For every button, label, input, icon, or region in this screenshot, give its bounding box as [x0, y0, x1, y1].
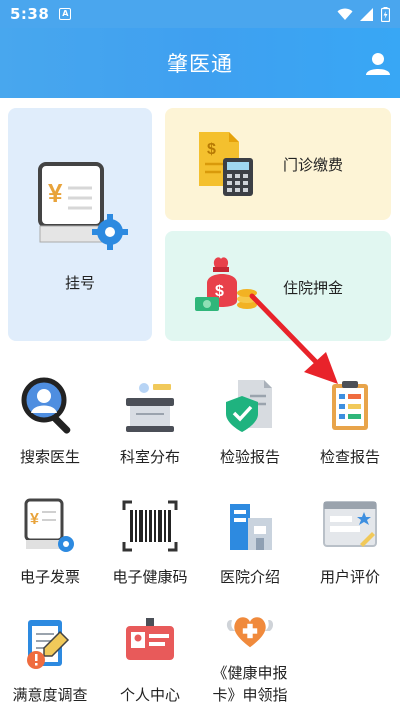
- grid-item-personal-center[interactable]: 个人中心: [100, 608, 200, 710]
- exam-report-icon: [332, 381, 368, 430]
- app-title: 肇医通: [167, 52, 233, 76]
- grid-item-health-card-guide[interactable]: 《健康申报卡》申领指: [200, 600, 300, 710]
- register-card[interactable]: ¥ 挂号: [8, 108, 152, 341]
- inpatient-deposit-card[interactable]: $ 住院押金: [165, 231, 391, 341]
- lab-report-icon: [226, 380, 272, 432]
- grid-item-e-invoice[interactable]: ¥ 电子发票: [0, 490, 100, 605]
- outpatient-payment-label: 门诊缴费: [283, 156, 344, 174]
- grid-item-satisfaction-survey[interactable]: 满意度调查: [0, 608, 100, 710]
- ticket-icon: ¥: [38, 162, 128, 250]
- grid-label: 搜索医生: [19, 448, 80, 466]
- status-time: 5:38: [10, 5, 50, 23]
- status-icons: [337, 6, 390, 22]
- e-invoice-icon: ¥: [24, 498, 74, 552]
- grid-label: 医院介绍: [219, 568, 280, 586]
- review-icon: [323, 501, 377, 547]
- hospital-icon: [230, 504, 272, 550]
- register-label: 挂号: [64, 274, 95, 292]
- grid-label: 电子健康码: [112, 568, 188, 586]
- user-icon[interactable]: [364, 50, 392, 78]
- outpatient-payment-card[interactable]: $ 门诊缴费: [165, 108, 391, 220]
- signal-icon: [360, 7, 373, 21]
- svg-text:¥: ¥: [30, 511, 39, 528]
- grid-label: 满意度调查: [12, 686, 88, 704]
- svg-text:$: $: [207, 141, 216, 158]
- app-header: 肇医通: [0, 28, 400, 98]
- payment-bill-icon: $: [199, 132, 253, 196]
- department-icon: [126, 383, 174, 432]
- grid-label: 检验报告: [219, 448, 280, 466]
- survey-icon: [27, 620, 70, 669]
- grid-label: 《健康申报卡》申领指: [212, 664, 288, 704]
- battery-icon: [381, 6, 390, 22]
- health-heart-icon: [226, 617, 274, 648]
- wifi-icon: [337, 8, 353, 20]
- barcode-icon: [122, 500, 178, 552]
- money-bag-icon: $: [195, 257, 257, 311]
- grid-item-user-review[interactable]: 用户评价: [300, 490, 400, 605]
- notification-icon: A: [59, 8, 72, 20]
- search-doctor-icon: [21, 377, 71, 434]
- grid-label: 科室分布: [119, 448, 180, 466]
- grid-label: 电子发票: [19, 568, 80, 586]
- svg-text:¥: ¥: [48, 178, 63, 208]
- status-bar: 5:38 A: [0, 0, 400, 28]
- id-card-icon: [126, 618, 174, 660]
- grid-item-lab-report[interactable]: 检验报告: [200, 370, 300, 485]
- inpatient-deposit-label: 住院押金: [283, 279, 344, 297]
- grid-item-hospital-intro[interactable]: 医院介绍: [200, 490, 300, 605]
- grid-item-health-code[interactable]: 电子健康码: [100, 490, 200, 605]
- grid-label: 个人中心: [119, 686, 180, 704]
- grid-item-department[interactable]: 科室分布: [100, 370, 200, 485]
- grid-label: 检查报告: [319, 448, 380, 466]
- grid-item-search-doctor[interactable]: 搜索医生: [0, 370, 100, 485]
- grid-label: 用户评价: [319, 568, 380, 586]
- grid-item-exam-report[interactable]: 检查报告: [300, 370, 400, 485]
